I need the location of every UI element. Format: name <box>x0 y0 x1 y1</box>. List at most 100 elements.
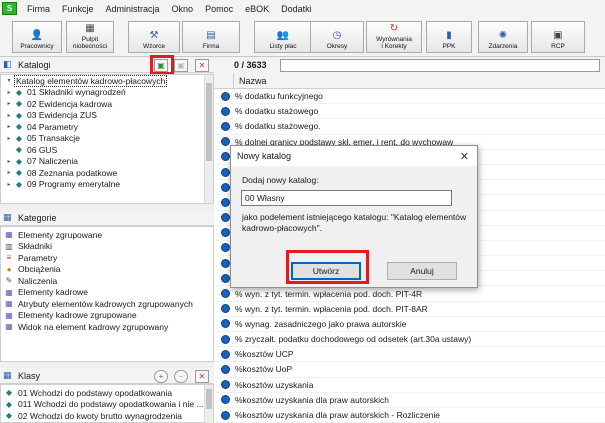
dialog-close-icon[interactable]: ✕ <box>460 150 469 163</box>
category-item[interactable]: ✎ Naliczenia <box>1 275 213 287</box>
scrollbar-thumb[interactable] <box>206 83 212 161</box>
catalog-node-icon: ◆ <box>15 156 23 166</box>
table-row[interactable]: %kosztów UCP <box>214 347 605 363</box>
toolbar-button-2[interactable]: ⚒ Wzorce <box>128 21 180 53</box>
toolbar-button-1[interactable]: ▦ Pulpit niobecności <box>66 21 114 53</box>
add-class-button[interactable]: + <box>154 370 168 383</box>
catalog-node-icon: ◆ <box>15 87 23 97</box>
klasy-list[interactable]: ◆ 01 Wchodzi do podstawy opodatkowania ◆ 01… <box>0 384 214 423</box>
toolbar-button-0[interactable]: 👤 Pracownicy <box>12 21 62 53</box>
hr-grouped-icon: ▦ <box>5 310 13 320</box>
table-row[interactable]: %kosztów uzyskania dla praw autorskich -… <box>214 408 605 423</box>
dialog-body: Dodaj nowy katalog: 00 Własny jako podel… <box>231 166 477 249</box>
menu-item-pomoc[interactable]: Pomoc <box>199 4 239 14</box>
table-row[interactable]: % dodatku stażowego <box>214 104 605 120</box>
minus-icon: − <box>178 372 184 381</box>
tree-item[interactable]: ▸ ◆ 07 Naliczenia <box>1 156 213 168</box>
catalog-icon: ◧ <box>3 59 12 69</box>
katalogi-title: Katalogi <box>18 59 51 70</box>
table-row[interactable]: % wyn. z tyt. termin. wpłacenia pod. doc… <box>214 286 605 302</box>
column-header-nazwa[interactable]: Nazwa <box>234 76 267 86</box>
table-row[interactable]: % dodatku funkcyjnego <box>214 89 605 105</box>
periods-icon: ◷ <box>332 29 342 41</box>
table-row[interactable]: % zryczałt. podatku dochodowego od odset… <box>214 332 605 348</box>
expand-icon[interactable]: ▸ <box>4 135 14 142</box>
expand-icon[interactable]: ▸ <box>4 112 14 119</box>
category-item[interactable]: ≡ Parametry <box>1 252 213 264</box>
tree-item[interactable]: ◆ 06 GUS <box>1 144 213 156</box>
toolbar-button-4[interactable]: 👥 Listy płac <box>254 21 312 53</box>
tree-item-label: 07 Naliczenia <box>27 156 79 167</box>
table-row[interactable]: % dodatku stażowego. <box>214 119 605 135</box>
menu-item-funkcje[interactable]: Funkcje <box>56 4 100 14</box>
category-item[interactable]: ● Obciążenia <box>1 264 213 276</box>
row-name: % dodatku funkcyjnego <box>235 91 323 102</box>
toolbar-button-6[interactable]: ↻ Wyrównania i Korekty <box>366 21 422 53</box>
expand-icon[interactable]: ▸ <box>4 169 14 176</box>
app-logo-icon: S <box>2 2 17 15</box>
class-item[interactable]: ◆ 01 Wchodzi do podstawy opodatkowania <box>1 387 213 399</box>
toolbar-button-label: Listy płac <box>269 42 297 50</box>
view-icon: ▦ <box>5 322 13 332</box>
tree-item[interactable]: ▸ ◆ 09 Programy emerytalne <box>1 179 213 191</box>
highlight-add-catalog <box>150 55 174 75</box>
toolbar-button-5[interactable]: ◷ Okresy <box>310 21 364 53</box>
scrollbar-thumb[interactable] <box>206 389 212 409</box>
expand-icon[interactable]: ▸ <box>4 89 14 96</box>
remove-class-button[interactable]: − <box>174 370 188 383</box>
toolbar-button-3[interactable]: ▤ Firma <box>182 21 240 53</box>
klasy-scrollbar[interactable] <box>204 385 213 423</box>
catalog-node-icon: ◆ <box>15 145 23 155</box>
menu-bar: S Firma Funkcje Administracja Okno Pomoc… <box>0 0 605 17</box>
tree-item[interactable]: ▸ ◆ 05 Transakcje <box>1 133 213 145</box>
tree-item[interactable]: ▸ ◆ 02 Ewidencja kadrowa <box>1 98 213 110</box>
category-item[interactable]: ▦ Elementy zgrupowane <box>1 229 213 241</box>
cancel-button[interactable]: Anuluj <box>387 262 457 280</box>
toolbar-button-9[interactable]: ▣ RCP <box>531 21 585 53</box>
tree-item[interactable]: ▸ ◆ 01 Składniki wynagrodzeń <box>1 87 213 99</box>
table-row[interactable]: %kosztów uzyskania dla praw autorskich <box>214 393 605 408</box>
menu-item-okno[interactable]: Okno <box>166 4 200 14</box>
category-item[interactable]: ▥ Składniki <box>1 241 213 253</box>
expand-icon[interactable]: ▸ <box>4 158 14 165</box>
katalogi-tree[interactable]: ▾ Katalog elementów kadrowo-płacowych ▸ ◆… <box>0 74 214 204</box>
menu-item-administracja[interactable]: Administracja <box>100 4 166 14</box>
components-icon: ▥ <box>5 241 13 251</box>
category-item-label: Widok na element kadrowy zgrupowany <box>18 321 169 332</box>
tree-item[interactable]: ▸ ◆ 08 Zeznania podatkowe <box>1 167 213 179</box>
kategorie-list[interactable]: ▦ Elementy zgrupowane ▥ Składniki ≡ Parametry… <box>0 226 214 362</box>
table-row[interactable]: % wynag. zasadniczego jako prawa autorsk… <box>214 317 605 332</box>
tree-item-label: 03 Ewidencja ZUS <box>27 110 97 121</box>
toolbar-button-7[interactable]: ▮ PPK <box>426 21 472 53</box>
table-row[interactable]: %kosztów uzyskania <box>214 378 605 393</box>
tree-item-label: 04 Parametry <box>27 121 79 132</box>
close-klasy-button[interactable]: ✕ <box>195 370 209 383</box>
menu-item-dodatki[interactable]: Dodatki <box>275 4 318 14</box>
menu-item-ebok[interactable]: eBOK <box>239 4 275 14</box>
tree-root[interactable]: ▾ Katalog elementów kadrowo-płacowych <box>1 75 213 87</box>
close-katalogi-button[interactable]: ✕ <box>195 59 209 72</box>
delete-catalog-button[interactable]: ▣ <box>174 59 188 72</box>
tree-item[interactable]: ▸ ◆ 03 Ewidencja ZUS <box>1 110 213 122</box>
expand-icon[interactable]: ▸ <box>4 181 14 188</box>
category-item[interactable]: ▦ Widok na element kadrowy zgrupowany <box>1 321 213 333</box>
expand-icon[interactable]: ▸ <box>4 100 14 107</box>
filter-input[interactable] <box>280 58 600 72</box>
toolbar-button-8[interactable]: ✺ Zdarzenia <box>478 21 528 53</box>
class-item[interactable]: ◆ 011 Wchodzi do podstawy opodatkowania i… <box>1 399 213 411</box>
catalog-node-icon: ◆ <box>15 99 23 109</box>
category-item[interactable]: ▦ Elementy kadrowe <box>1 287 213 299</box>
table-row[interactable]: % wyn. z tyt. termin. wpłacenia pod. doc… <box>214 302 605 317</box>
category-item[interactable]: ▦ Atrybuty elementów kadrowych zgrupowany… <box>1 298 213 310</box>
katalogi-scrollbar[interactable] <box>204 75 213 203</box>
highlight-create-button <box>286 250 369 284</box>
table-row[interactable]: %kosztów UoP <box>214 362 605 378</box>
class-item[interactable]: ◆ 02 Wchodzi do kwoty brutto wynagrodzeni… <box>1 410 213 422</box>
row-name: %kosztów UCP <box>235 349 294 360</box>
tree-item[interactable]: ▸ ◆ 04 Parametry <box>1 121 213 133</box>
expand-icon[interactable]: ▸ <box>4 123 14 130</box>
collapse-icon[interactable]: ▾ <box>4 77 14 84</box>
category-item[interactable]: ▦ Elementy kadrowe zgrupowane <box>1 310 213 322</box>
catalog-name-input[interactable]: 00 Własny <box>241 190 452 206</box>
menu-item-firma[interactable]: Firma <box>21 4 56 14</box>
